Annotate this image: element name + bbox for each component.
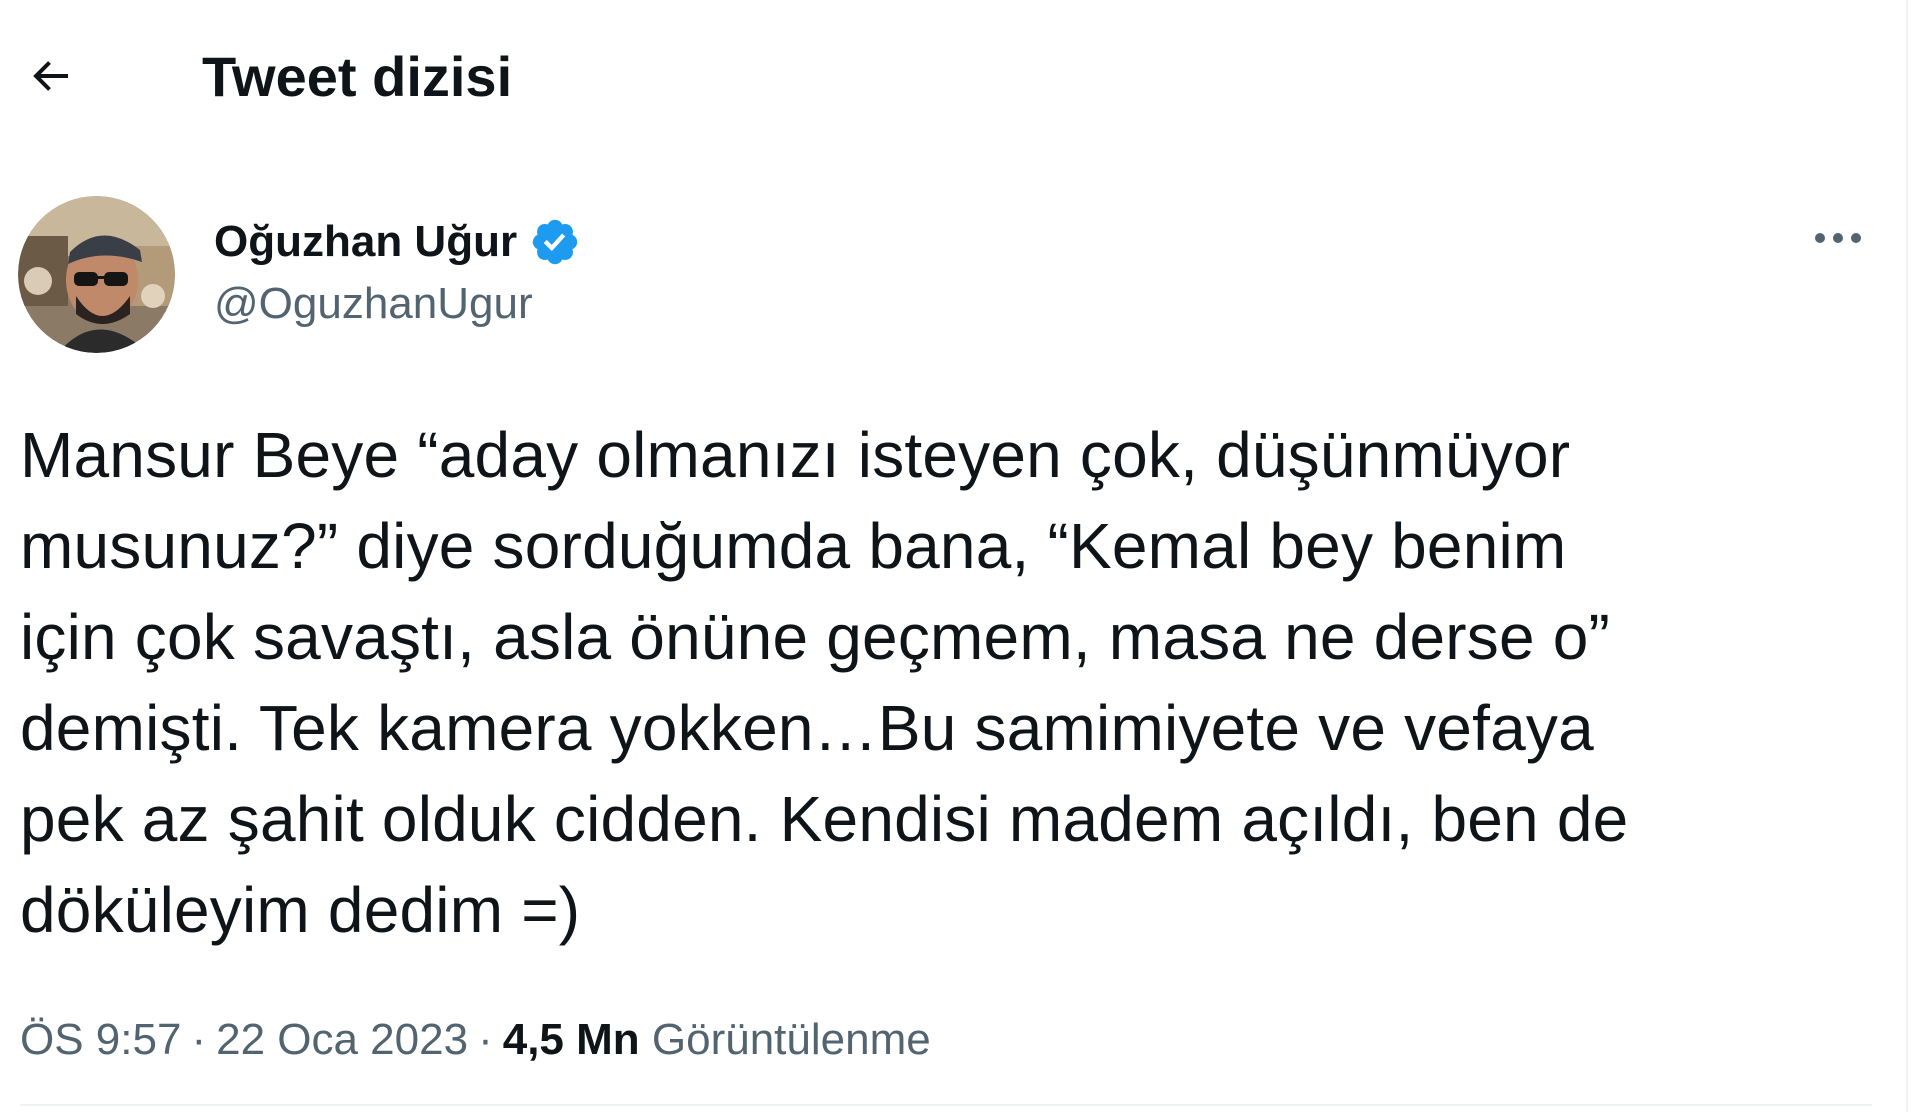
display-name-line: Oğuzhan Uğur [214,214,581,270]
page-title: Tweet dizisi [202,45,513,108]
separator-dot: · [478,1015,493,1064]
tweet-time[interactable]: ÖS 9:57 [20,1015,181,1064]
column-border [1906,0,1908,1112]
tweet-date[interactable]: 22 Oca 2023 [216,1015,468,1064]
tweet-thread-page: Tweet dizisi Oğuzhan Uğur @OguzhanUgur M… [0,0,1920,1112]
tweet-meta: ÖS 9:57 · 22 Oca 2023 · 4,5 Mn Görüntülenme [20,1010,931,1070]
verified-badge-icon [532,219,578,265]
arrow-left-icon [33,61,68,91]
separator-dot: · [191,1015,207,1064]
avatar[interactable] [18,196,175,353]
views-count[interactable]: 4,5 Mn [503,1015,640,1064]
back-button[interactable] [22,48,78,104]
handle[interactable]: @OguzhanUgur [214,274,581,334]
author-names: Oğuzhan Uğur @OguzhanUgur [214,214,581,334]
display-name[interactable]: Oğuzhan Uğur [214,214,517,270]
more-options-button[interactable] [1806,218,1870,258]
tweet-author: Oğuzhan Uğur @OguzhanUgur [18,196,1870,356]
views-label: Görüntülenme [651,1015,931,1064]
more-horizontal-icon [1815,233,1861,243]
page-header: Tweet dizisi [0,0,1906,150]
tweet-text: Mansur Beye “aday olmanızı isteyen çok, … [20,419,1629,946]
divider [20,1104,1872,1106]
